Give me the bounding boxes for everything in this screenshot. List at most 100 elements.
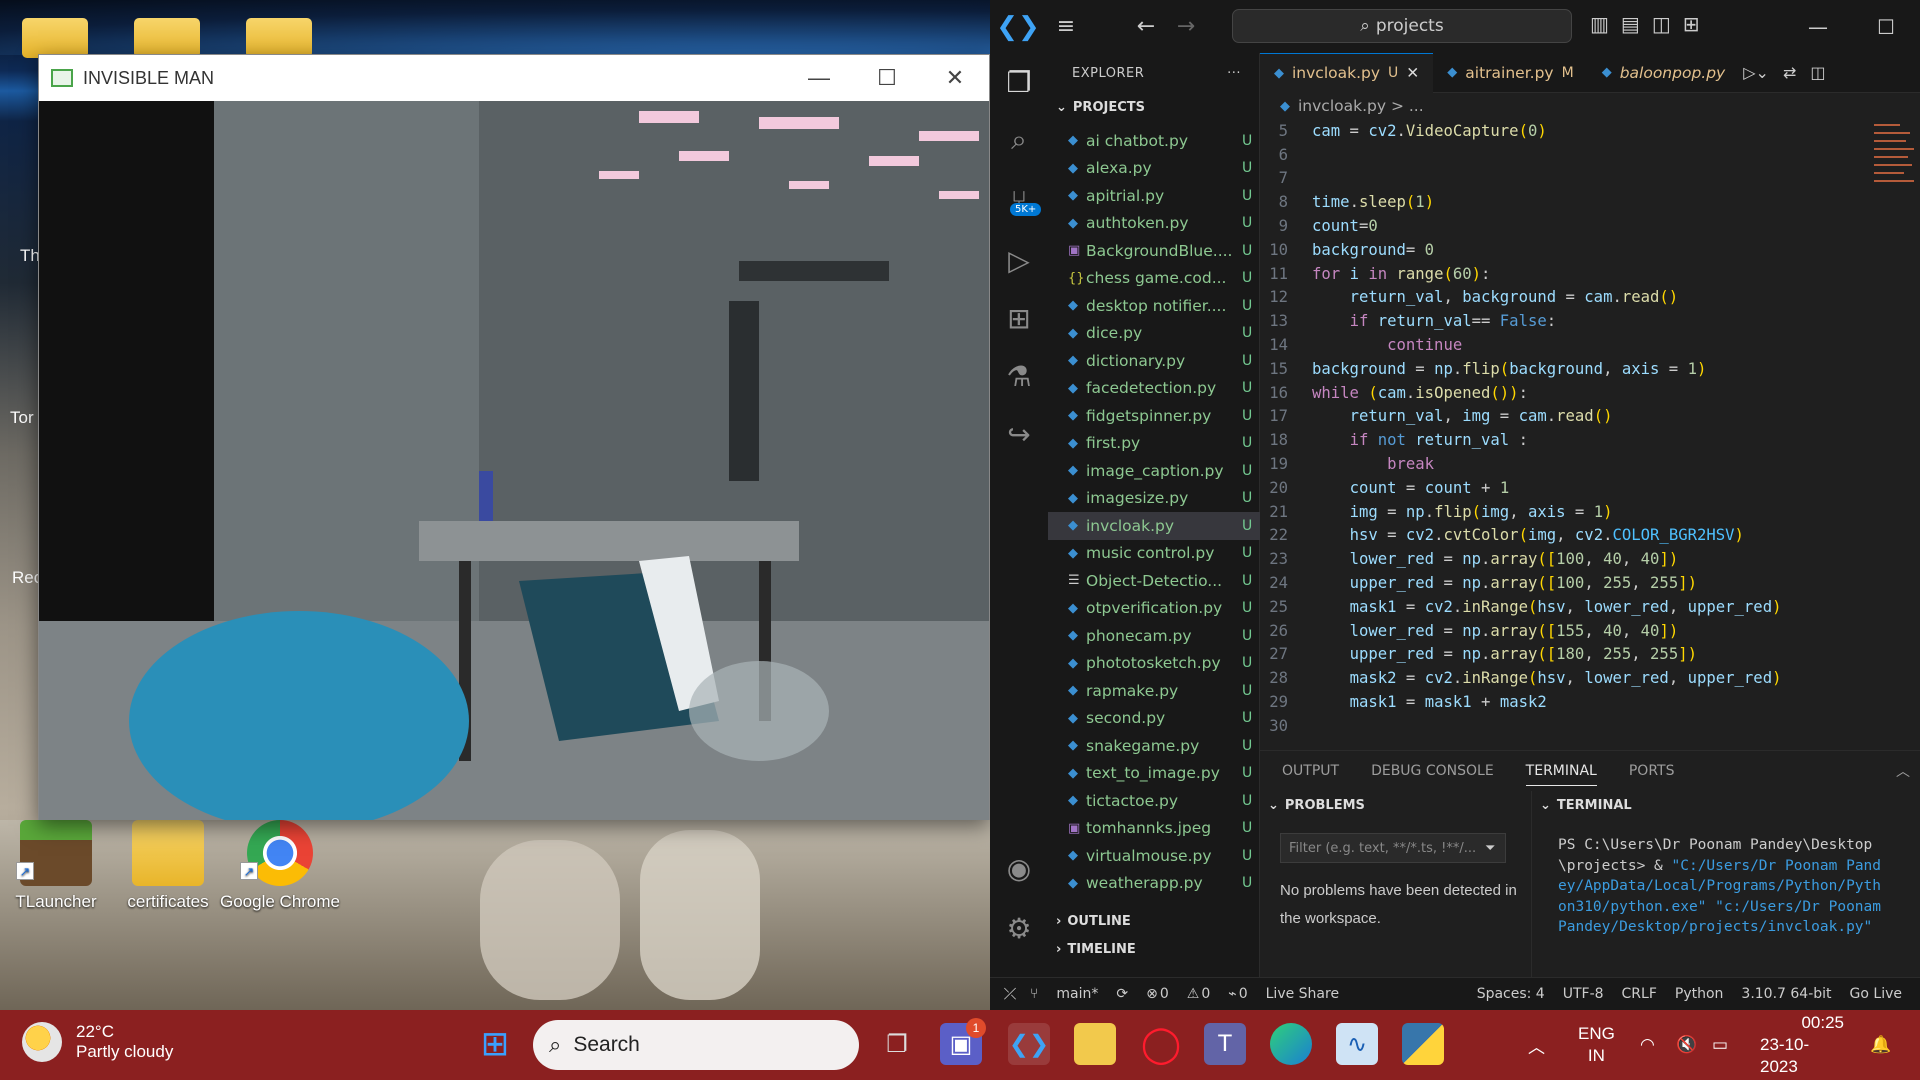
- file-item[interactable]: ◆ text_to_image.py U: [1048, 760, 1260, 788]
- back-arrow-icon[interactable]: ←: [1126, 14, 1166, 39]
- code-line[interactable]: 12 return_val, background = cam.read(): [1260, 286, 1880, 310]
- outline-section-header[interactable]: › OUTLINE: [1048, 907, 1260, 935]
- minimap[interactable]: [1870, 119, 1920, 199]
- language-mode[interactable]: Python: [1675, 986, 1724, 1002]
- code-line[interactable]: 18 if not return_val :: [1260, 428, 1880, 452]
- close-icon[interactable]: ✕: [1406, 64, 1419, 82]
- code-line[interactable]: 24 upper_red = np.array([100, 255, 255]): [1260, 571, 1880, 595]
- file-item[interactable]: ◆ virtualmouse.py U: [1048, 842, 1260, 870]
- file-item[interactable]: ◆ alexa.py U: [1048, 155, 1260, 183]
- code-line[interactable]: 15 background = np.flip(background, axis …: [1260, 357, 1880, 381]
- wifi-icon[interactable]: ◠: [1640, 1010, 1655, 1080]
- timeline-section-header[interactable]: › TIMELINE: [1048, 935, 1260, 963]
- vscode-titlebar[interactable]: ❮❯ ≡ ← → ⌕ projects ▥ ▤ ◫ ⊞ — ☐: [990, 0, 1920, 53]
- minimize-button[interactable]: —: [1784, 0, 1852, 53]
- search-icon[interactable]: ⌕: [990, 115, 1048, 165]
- volume-muted-icon[interactable]: 🔇: [1676, 1010, 1697, 1080]
- source-control-icon[interactable]: ⑂: [990, 175, 1048, 225]
- encoding-status[interactable]: UTF-8: [1563, 986, 1604, 1002]
- forward-arrow-icon[interactable]: →: [1166, 14, 1206, 39]
- file-item[interactable]: ▣ tomhannks.jpeg U: [1048, 815, 1260, 843]
- tab-ports[interactable]: PORTS: [1629, 763, 1675, 779]
- vscode-taskbar-icon[interactable]: ❮❯: [1008, 1023, 1050, 1065]
- tab-terminal[interactable]: TERMINAL: [1525, 763, 1597, 786]
- tab-baloonpop[interactable]: ◆ baloonpop.py: [1588, 53, 1740, 93]
- toggle-secondary-sidebar-icon[interactable]: ◫: [1652, 12, 1671, 36]
- live-share-icon[interactable]: ↪: [990, 409, 1048, 459]
- clock[interactable]: 00:25 23-10-2023: [1760, 1010, 1844, 1080]
- explorer-more-button[interactable]: ···: [1227, 66, 1241, 81]
- file-item[interactable]: ◆ fidgetspinner.py U: [1048, 402, 1260, 430]
- window-titlebar[interactable]: INVISIBLE MAN — ☐ ✕: [39, 55, 989, 101]
- battery-icon[interactable]: ▭: [1712, 1010, 1728, 1080]
- code-line[interactable]: 22 hsv = cv2.cvtColor(img, cv2.COLOR_BGR…: [1260, 524, 1880, 548]
- testing-icon[interactable]: ⚗: [990, 351, 1048, 401]
- system-monitor-icon[interactable]: ∿: [1336, 1023, 1378, 1065]
- remote-indicator-icon[interactable]: ⤫: [990, 978, 1030, 1011]
- code-line[interactable]: 20 count = count + 1: [1260, 476, 1880, 500]
- file-item[interactable]: {} chess game.cod... U: [1048, 265, 1260, 293]
- code-line[interactable]: 23 lower_red = np.array([100, 40, 40]): [1260, 547, 1880, 571]
- folder-icon[interactable]: [134, 18, 200, 58]
- code-line[interactable]: 27 upper_red = np.array([180, 255, 255]): [1260, 643, 1880, 667]
- toggle-panel-icon[interactable]: ▤: [1621, 12, 1640, 36]
- tab-debug-console[interactable]: DEBUG CONSOLE: [1371, 763, 1494, 779]
- task-view-icon[interactable]: ❐: [876, 1023, 918, 1065]
- input-language[interactable]: ENG IN: [1578, 1010, 1615, 1080]
- code-line[interactable]: 8 time.sleep(1): [1260, 190, 1880, 214]
- file-item[interactable]: ◆ imagesize.py U: [1048, 485, 1260, 513]
- git-branch[interactable]: main*: [1056, 986, 1098, 1002]
- minimize-button[interactable]: —: [785, 55, 853, 101]
- maximize-panel-icon[interactable]: ︿: [1896, 761, 1910, 781]
- menu-hamburger-icon[interactable]: ≡: [1046, 14, 1086, 39]
- warning-count[interactable]: 0: [1201, 986, 1210, 1002]
- file-item[interactable]: ◆ authtoken.py U: [1048, 210, 1260, 238]
- code-line[interactable]: 16 while (cam.isOpened()):: [1260, 381, 1880, 405]
- file-item[interactable]: ◆ weatherapp.py U: [1048, 870, 1260, 898]
- invisible-man-window[interactable]: INVISIBLE MAN — ☐ ✕: [38, 54, 990, 820]
- go-live-button[interactable]: Go Live: [1850, 986, 1902, 1002]
- split-editor-icon[interactable]: ◫: [1810, 63, 1825, 82]
- close-button[interactable]: ✕: [921, 55, 989, 101]
- code-line[interactable]: 6: [1260, 143, 1880, 167]
- settings-gear-icon[interactable]: ⚙: [990, 903, 1048, 953]
- code-line[interactable]: 25 mask1 = cv2.inRange(hsv, lower_red, u…: [1260, 595, 1880, 619]
- python-app-icon[interactable]: [1402, 1023, 1444, 1065]
- file-item[interactable]: ◆ dictionary.py U: [1048, 347, 1260, 375]
- code-line[interactable]: 28 mask2 = cv2.inRange(hsv, lower_red, u…: [1260, 666, 1880, 690]
- file-item[interactable]: ◆ invcloak.py U: [1048, 512, 1260, 540]
- code-line[interactable]: 9 count=0: [1260, 214, 1880, 238]
- code-line[interactable]: 29 mask1 = mask1 + mask2: [1260, 690, 1880, 714]
- file-item[interactable]: ◆ music control.py U: [1048, 540, 1260, 568]
- file-item[interactable]: ◆ desktop notifier.... U: [1048, 292, 1260, 320]
- file-item[interactable]: ◆ dice.py U: [1048, 320, 1260, 348]
- explorer-icon[interactable]: ❐: [990, 57, 1048, 107]
- code-line[interactable]: 26 lower_red = np.array([155, 40, 40]): [1260, 619, 1880, 643]
- folder-icon[interactable]: [22, 18, 88, 58]
- desktop-icon-google-chrome[interactable]: ↗ Google Chrome: [220, 820, 340, 912]
- live-share-status[interactable]: Live Share: [1266, 986, 1339, 1002]
- weather-widget[interactable]: 22°C Partly cloudy: [22, 1022, 173, 1062]
- file-item[interactable]: ▣ BackgroundBlue.... U: [1048, 237, 1260, 265]
- file-item[interactable]: ◆ first.py U: [1048, 430, 1260, 458]
- run-debug-icon[interactable]: ▷: [990, 235, 1048, 285]
- code-line[interactable]: 17 return_val, img = cam.read(): [1260, 405, 1880, 429]
- file-item[interactable]: ◆ tictactoe.py U: [1048, 787, 1260, 815]
- code-line[interactable]: 13 if return_val== False:: [1260, 309, 1880, 333]
- teams-icon[interactable]: T: [1204, 1023, 1246, 1065]
- file-item[interactable]: ◆ facedetection.py U: [1048, 375, 1260, 403]
- extensions-icon[interactable]: ⊞: [990, 293, 1048, 343]
- file-item[interactable]: ◆ otpverification.py U: [1048, 595, 1260, 623]
- edge-icon[interactable]: [1270, 1023, 1312, 1065]
- filter-icon[interactable]: ⏷: [1485, 841, 1495, 856]
- eol-status[interactable]: CRLF: [1622, 986, 1657, 1002]
- tab-output[interactable]: OUTPUT: [1282, 763, 1339, 779]
- file-item[interactable]: ◆ rapmake.py U: [1048, 677, 1260, 705]
- tab-invcloak[interactable]: ◆ invcloak.py U ✕: [1260, 52, 1434, 93]
- file-item[interactable]: ◆ second.py U: [1048, 705, 1260, 733]
- command-center-search[interactable]: ⌕ projects: [1232, 9, 1572, 43]
- maximize-button[interactable]: ☐: [853, 55, 921, 101]
- breadcrumb[interactable]: ◆ invcloak.py > ...: [1260, 93, 1920, 119]
- show-hidden-icons-icon[interactable]: ︿: [1528, 1010, 1545, 1080]
- notification-bell-icon[interactable]: 🔔: [1870, 1010, 1891, 1080]
